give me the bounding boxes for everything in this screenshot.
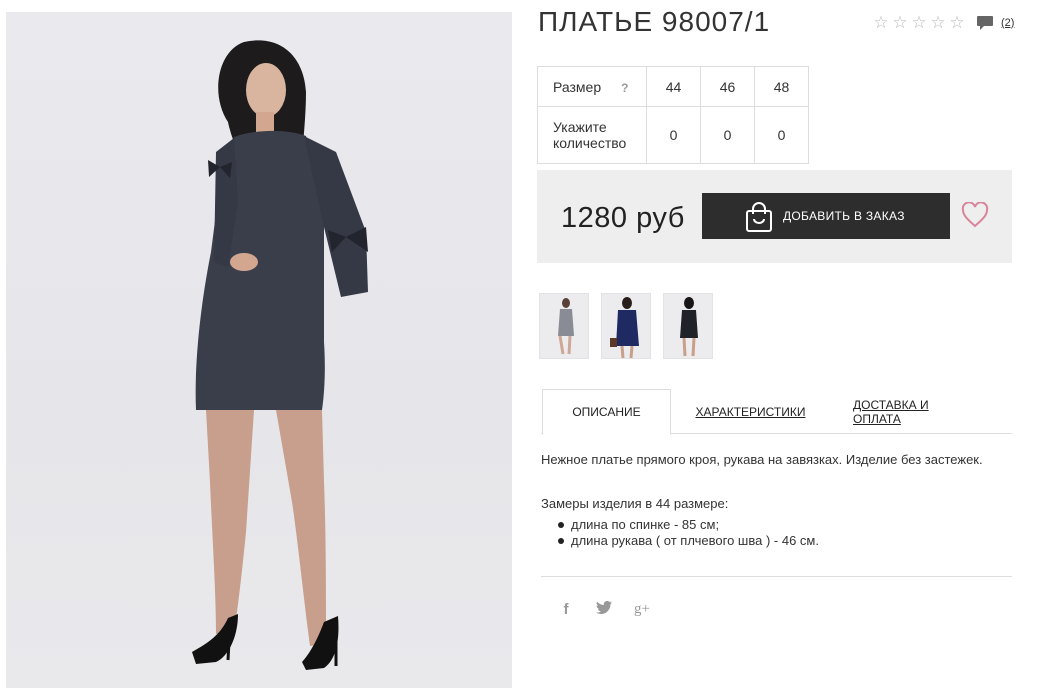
quantity-input[interactable]: 0 [700,106,755,164]
thumbnail-2[interactable] [601,293,651,359]
thumbnail-3[interactable] [663,293,713,359]
heart-icon[interactable] [961,202,989,228]
comment-icon[interactable] [976,15,994,31]
measures-list: длина по спинке - 85 см; длина рукава ( … [557,517,819,549]
shopping-bag-icon [746,202,772,232]
size-cell: 48 [754,66,809,107]
quantity-label: Укажите количество [537,106,647,164]
size-cell: 46 [700,66,755,107]
main-product-photo[interactable] [6,12,512,688]
thumbnail-1[interactable] [539,293,589,359]
add-to-order-label: ДОБАВИТЬ В ЗАКАЗ [783,209,905,223]
list-item: длина по спинке - 85 см; [557,517,819,533]
model-illustration [192,40,368,670]
measures-title: Замеры изделия в 44 размере: [541,496,729,511]
quantity-input[interactable]: 0 [754,106,809,164]
product-description: Нежное платье прямого кроя, рукава на за… [541,452,983,467]
google-plus-icon[interactable]: g+ [632,601,652,618]
divider [541,576,1012,577]
star-icon[interactable]: ☆ [872,14,890,31]
star-icon[interactable]: ☆ [891,14,909,31]
product-tabs: ОПИСАНИЕ ХАРАКТЕРИСТИКИ ДОСТАВКА И ОПЛАТ… [541,389,1012,435]
size-label: Размер [553,78,602,95]
social-share: f g+ [556,600,652,618]
star-icon[interactable]: ☆ [929,14,947,31]
quantity-input[interactable]: 0 [646,106,701,164]
rating-stars[interactable]: ☆ ☆ ☆ ☆ ☆ [872,14,966,31]
facebook-icon[interactable]: f [556,601,576,618]
size-row: Размер? 44 46 48 [537,66,809,107]
price: 1280 руб [561,202,685,234]
size-table: Размер? 44 46 48 Укажите количество 0 0 … [537,66,809,164]
product-title: ПЛАТЬЕ 98007/1 [538,6,771,37]
size-cell: 44 [646,66,701,107]
list-item: длина рукава ( от плчевого шва ) - 46 см… [557,533,819,549]
star-icon[interactable]: ☆ [948,14,966,31]
price-bar: 1280 руб ДОБАВИТЬ В ЗАКАЗ [537,170,1012,263]
thumbnail-list [539,293,713,359]
tab-description[interactable]: ОПИСАНИЕ [542,389,671,435]
size-label-cell: Размер? [537,66,647,107]
tab-characteristics[interactable]: ХАРАКТЕРИСТИКИ [693,389,808,434]
quantity-row: Укажите количество 0 0 0 [537,106,809,164]
star-icon[interactable]: ☆ [910,14,928,31]
thumbnail-image [610,297,639,358]
product-page: ПЛАТЬЕ 98007/1 ☆ ☆ ☆ ☆ ☆ (2) Размер? 44 … [0,0,1043,688]
thumbnail-image [680,297,698,357]
tab-delivery-payment[interactable]: ДОСТАВКА И ОПЛАТА [853,389,978,434]
review-count-link[interactable]: (2) [1001,17,1014,29]
thumbnail-image [558,298,574,355]
twitter-icon[interactable] [594,600,614,618]
add-to-order-button[interactable]: ДОБАВИТЬ В ЗАКАЗ [702,193,950,239]
rating-block: ☆ ☆ ☆ ☆ ☆ (2) [872,14,1014,31]
size-help-icon[interactable]: ? [621,81,628,95]
